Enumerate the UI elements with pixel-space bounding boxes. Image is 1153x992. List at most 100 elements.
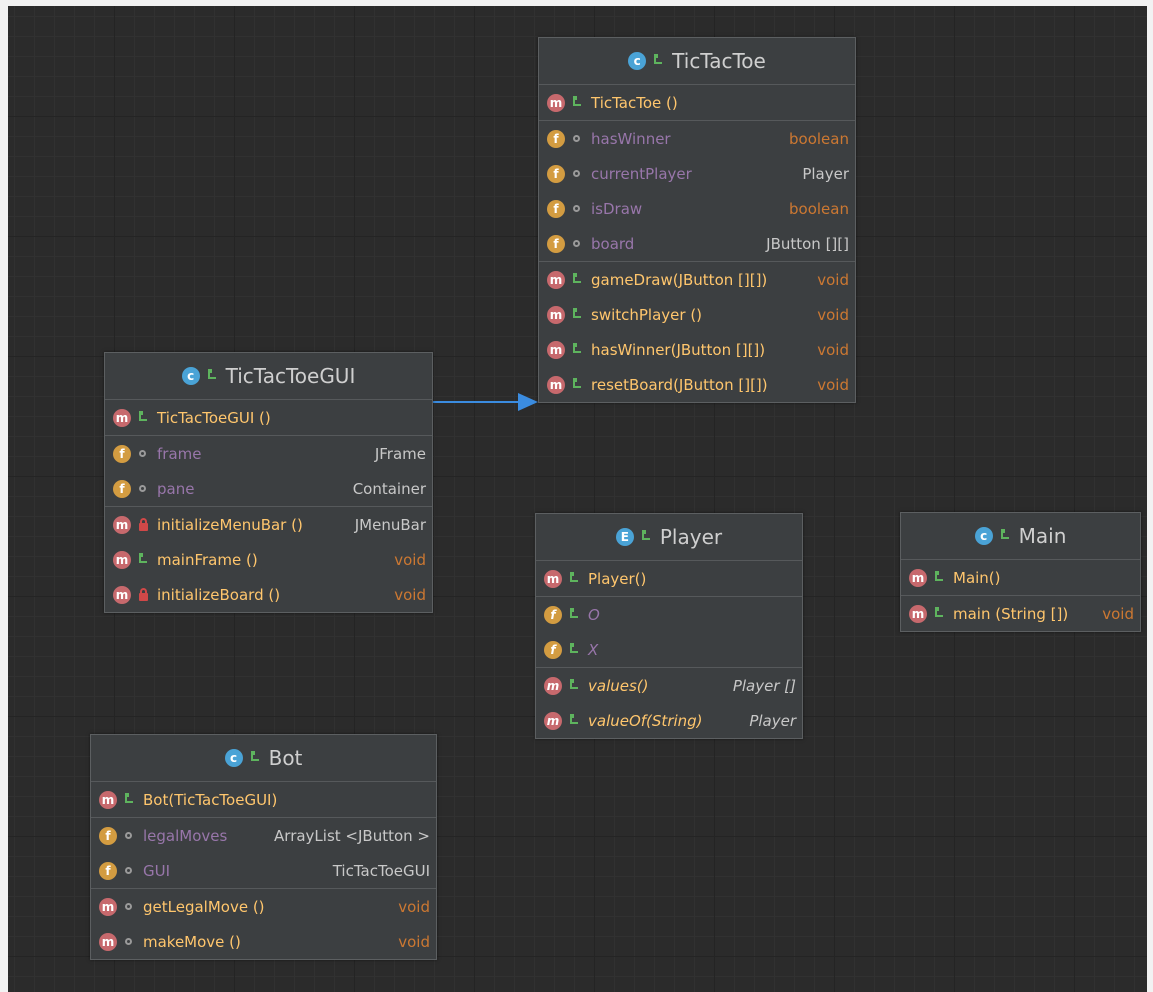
member-name: initializeMenuBar () — [157, 515, 303, 534]
member-row[interactable]: m TicTacToeGUI () — [105, 400, 432, 435]
member-name: mainFrame () — [157, 550, 258, 569]
field-icon: f — [547, 164, 565, 183]
member-name: initializeBoard () — [157, 585, 281, 604]
member-row[interactable]: m Player() — [536, 561, 802, 596]
member-type: void — [394, 585, 426, 604]
member-name: frame — [157, 444, 202, 463]
class-name: Bot — [268, 746, 303, 770]
class-name: Main — [1018, 524, 1067, 548]
member-row[interactable]: m initializeBoard () void — [105, 577, 432, 612]
member-type: void — [817, 305, 849, 324]
class-bot[interactable]: c Bot m Bot(TicTacToeGUI) f legalMoves Arra… — [90, 734, 437, 960]
member-type: JMenuBar — [354, 515, 426, 534]
methods-section: m values() Player [] m valueOf(String) Player — [536, 668, 802, 738]
public-visibility-icon — [137, 410, 149, 425]
method-icon: m — [544, 676, 562, 695]
public-visibility-icon — [571, 377, 583, 392]
member-name: O — [588, 605, 600, 624]
member-row[interactable]: m resetBoard(JButton [][]) void — [539, 367, 855, 402]
public-visibility-icon — [568, 713, 580, 728]
method-icon: m — [547, 305, 565, 324]
member-row[interactable]: fO — [536, 597, 802, 632]
member-row[interactable]: f board JButton [][] — [539, 226, 855, 261]
method-icon: m — [544, 711, 562, 730]
methods-section: m gameDraw(JButton [][]) void m switchPlayer… — [539, 262, 855, 402]
member-row[interactable]: f frame JFrame — [105, 436, 432, 471]
member-row[interactable]: m values() Player [] — [536, 668, 802, 703]
public-visibility-icon — [568, 571, 580, 586]
method-icon: m — [909, 568, 927, 587]
member-name: getLegalMove () — [143, 897, 265, 916]
class-main[interactable]: c Main m Main() m main (String []) void — [900, 512, 1141, 632]
member-row[interactable]: f GUI TicTacToeGUI — [91, 853, 436, 888]
method-icon: m — [113, 585, 131, 604]
member-row[interactable]: m gameDraw(JButton [][]) void — [539, 262, 855, 297]
class-name: Player — [659, 525, 723, 549]
methods-section: m getLegalMove () void m makeMove () void — [91, 889, 436, 959]
method-icon: m — [113, 515, 131, 534]
member-row[interactable]: m mainFrame () void — [105, 542, 432, 577]
methods-section: m main (String []) void — [901, 596, 1140, 631]
member-row[interactable]: m TicTacToe () — [539, 85, 855, 120]
member-row[interactable]: m makeMove () void — [91, 924, 436, 959]
field-icon: f — [113, 444, 131, 463]
member-row[interactable]: m valueOf(String) Player — [536, 703, 802, 738]
class-tictactoe[interactable]: c TicTacToe m TicTacToe () f hasWinner bool… — [538, 37, 856, 403]
private-visibility-icon — [137, 517, 149, 532]
arrow-head — [518, 393, 538, 411]
public-visibility-icon — [933, 606, 945, 621]
field-icon: f — [547, 129, 565, 148]
member-row[interactable]: fX — [536, 632, 802, 667]
private-visibility-icon — [137, 587, 149, 602]
public-visibility-icon — [568, 607, 580, 622]
member-row[interactable]: m Main() — [901, 560, 1140, 595]
method-icon: m — [909, 604, 927, 623]
public-visibility-icon — [137, 552, 149, 567]
constructors-section: m TicTacToeGUI () — [105, 400, 432, 436]
member-row[interactable]: f pane Container — [105, 471, 432, 506]
constructors-section: m Player() — [536, 561, 802, 597]
field-icon: f — [547, 199, 565, 218]
member-row[interactable]: m Bot(TicTacToeGUI) — [91, 782, 436, 817]
member-row[interactable]: f legalMoves ArrayList <JButton > — [91, 818, 436, 853]
class-header[interactable]: c TicTacToeGUI — [105, 353, 432, 400]
class-header[interactable]: c Bot — [91, 735, 436, 782]
member-type: JFrame — [374, 444, 426, 463]
fields-section: f hasWinner boolean f currentPlayer Player f is… — [539, 121, 855, 262]
class-header[interactable]: c TicTacToe — [539, 38, 855, 85]
member-name: main (String []) — [953, 604, 1069, 623]
member-type: Container — [352, 479, 426, 498]
member-name: GUI — [143, 861, 171, 880]
member-name: isDraw — [591, 199, 643, 218]
member-row[interactable]: f isDraw boolean — [539, 191, 855, 226]
member-name: hasWinner — [591, 129, 671, 148]
class-player[interactable]: E Player m Player() fOfX m values() Player … — [535, 513, 803, 739]
methods-section: m initializeMenuBar () JMenuBar m mainFrame … — [105, 507, 432, 612]
public-visibility-icon — [249, 751, 261, 765]
public-visibility-icon — [933, 570, 945, 585]
public-visibility-icon — [571, 307, 583, 322]
member-name: gameDraw(JButton [][]) — [591, 270, 768, 289]
member-row[interactable]: m getLegalMove () void — [91, 889, 436, 924]
package-visibility-icon — [571, 132, 583, 146]
member-type: JButton [][] — [766, 234, 849, 253]
member-row[interactable]: m switchPlayer () void — [539, 297, 855, 332]
member-row[interactable]: m hasWinner(JButton [][]) void — [539, 332, 855, 367]
member-name: pane — [157, 479, 195, 498]
fields-section: f frame JFrame f pane Container — [105, 436, 432, 507]
constructors-section: m Bot(TicTacToeGUI) — [91, 782, 436, 818]
method-icon: m — [99, 932, 117, 951]
member-row[interactable]: f hasWinner boolean — [539, 121, 855, 156]
class-icon: c — [181, 367, 200, 385]
member-type: Player [] — [732, 676, 796, 695]
member-row[interactable]: m main (String []) void — [901, 596, 1140, 631]
class-tictactoegui[interactable]: c TicTacToeGUI m TicTacToeGUI () f frame JF… — [104, 352, 433, 613]
class-header[interactable]: E Player — [536, 514, 802, 561]
package-visibility-icon — [123, 864, 135, 878]
member-row[interactable]: m initializeMenuBar () JMenuBar — [105, 507, 432, 542]
member-type: TicTacToeGUI — [332, 861, 430, 880]
class-header[interactable]: c Main — [901, 513, 1140, 560]
member-type: void — [1102, 604, 1134, 623]
member-name: values() — [588, 676, 649, 695]
member-row[interactable]: f currentPlayer Player — [539, 156, 855, 191]
